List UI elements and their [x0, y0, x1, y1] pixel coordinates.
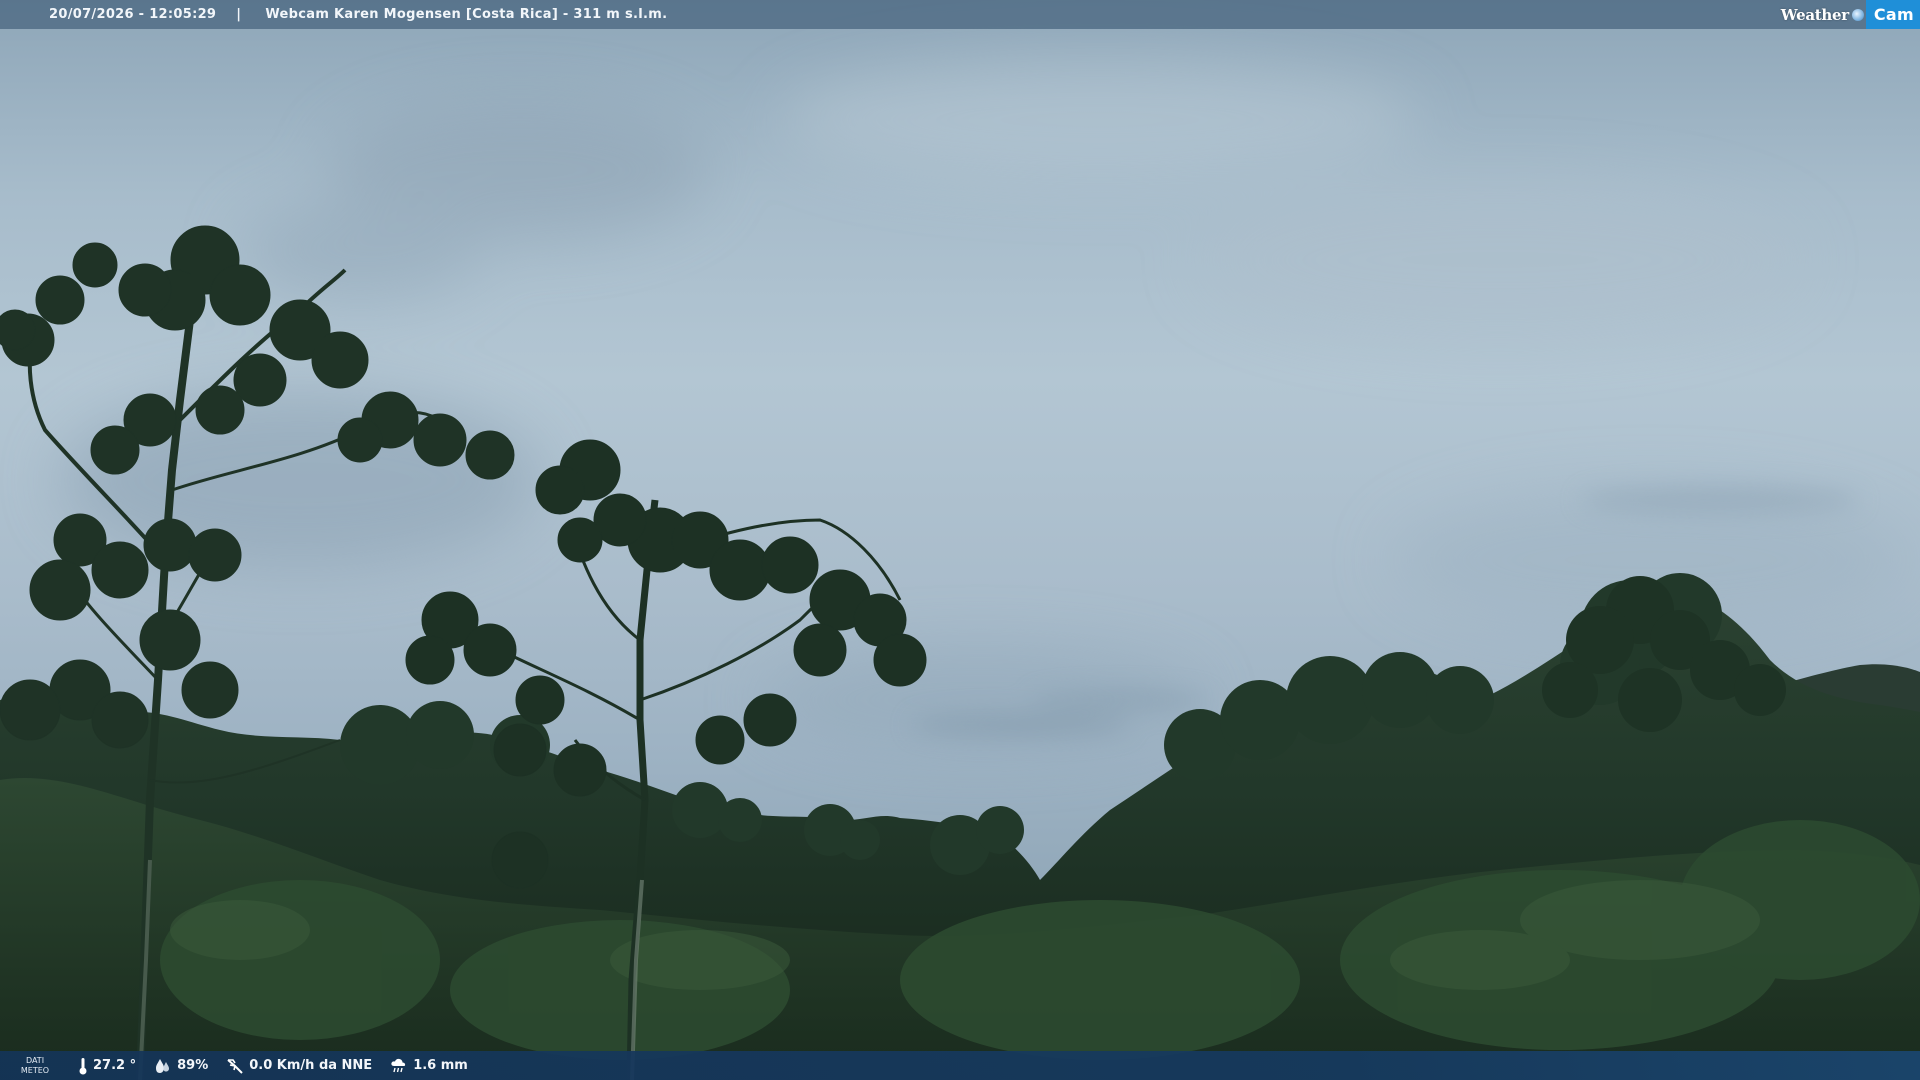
meteo-data-label: DATI METEO	[18, 1056, 52, 1076]
weathercam-logo[interactable]: Weather Cam	[1781, 0, 1920, 29]
webcam-frame: 20/07/2026 - 12:05:29 | Webcam Karen Mog…	[0, 0, 1920, 1080]
brand-cam-text: Cam	[1865, 0, 1920, 29]
humidity-value: 89%	[177, 1058, 209, 1073]
weather-data-bar: DATI METEO 27.2 ° 89% 0.0 Km/h da NNE 1.…	[0, 1051, 1920, 1080]
wind-readout: 0.0 Km/h da NNE	[226, 1057, 372, 1075]
rain-cloud-icon	[391, 1058, 406, 1072]
temperature-readout: 27.2 °	[78, 1057, 136, 1075]
rain-readout: 1.6 mm	[390, 1057, 468, 1075]
forest-landscape	[0, 225, 1920, 1080]
globe-icon	[1851, 8, 1864, 21]
wind-vane-icon	[227, 1058, 243, 1074]
thermometer-icon	[79, 1057, 87, 1074]
humidity-readout: 89%	[154, 1057, 208, 1075]
camera-title: Webcam Karen Mogensen [Costa Rica] - 311…	[265, 7, 668, 22]
meteo-label-line2: METEO	[20, 1065, 50, 1075]
wind-value: 0.0 Km/h da NNE	[249, 1058, 373, 1073]
rain-value: 1.6 mm	[413, 1058, 468, 1073]
timestamp: 20/07/2026 - 12:05:29	[49, 7, 217, 22]
temperature-value: 27.2 °	[93, 1058, 137, 1073]
brand-weather-text: Weather	[1780, 5, 1849, 24]
humidity-drops-icon	[156, 1058, 170, 1073]
header-separator: |	[236, 7, 242, 22]
webcam-header-bar: 20/07/2026 - 12:05:29 | Webcam Karen Mog…	[0, 0, 1920, 29]
meteo-label-line1: DATI	[25, 1055, 45, 1065]
